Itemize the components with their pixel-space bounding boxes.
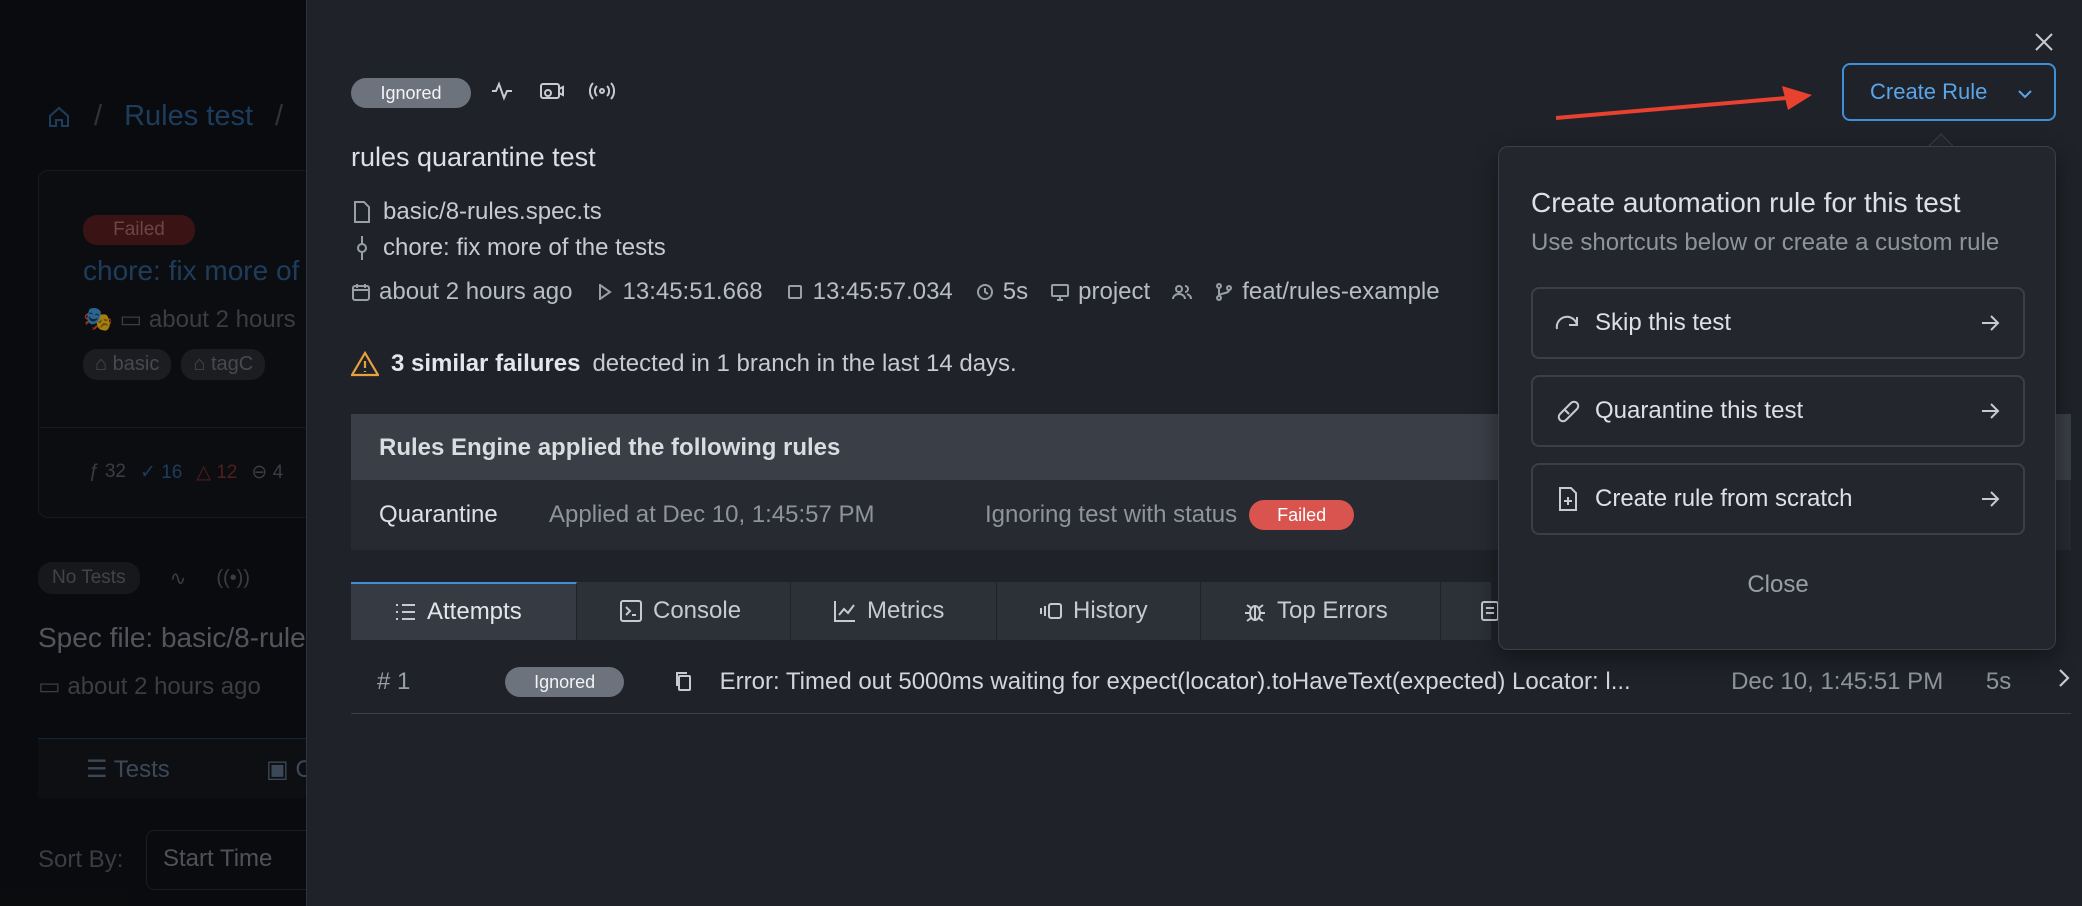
activity-icon[interactable] (489, 78, 515, 104)
project: project (1050, 278, 1150, 306)
terminal-icon (619, 599, 643, 623)
commit-message: chore: fix more of the tests (383, 234, 666, 261)
commit-line: chore: fix more of the tests (351, 234, 666, 262)
tab-metrics[interactable]: Metrics (791, 582, 997, 640)
similar-text: detected in 1 branch in the last 14 days… (592, 350, 1017, 377)
failed-status-pill: Failed (1249, 500, 1355, 530)
arrow-right-icon (1979, 488, 2001, 510)
start-time: 13:45:51.668 (595, 278, 763, 306)
tab-top-errors[interactable]: Top Errors (1201, 582, 1441, 640)
warning-icon (351, 351, 379, 377)
scrollbar[interactable] (2058, 414, 2068, 480)
branch[interactable]: feat/rules-example (1214, 278, 1440, 306)
create-rule-label: Create Rule (1870, 79, 1988, 104)
broadcast-icon[interactable] (589, 78, 615, 104)
close-icon (2035, 33, 2053, 51)
chevron-down-icon[interactable] (2016, 83, 2034, 109)
meta-row: about 2 hours ago 13:45:51.668 13:45:57.… (351, 278, 1440, 306)
spec-file-line: basic/8-rules.spec.ts (351, 198, 602, 226)
arrow-right-icon (1979, 400, 2001, 422)
video-icon[interactable] (539, 78, 565, 104)
status-badge: Ignored (351, 78, 471, 108)
stop-icon (785, 282, 805, 302)
skip-icon (1555, 310, 1581, 336)
attempt-status-pill: Ignored (505, 666, 624, 697)
attempt-date: Dec 10, 1:45:51 PM (1731, 667, 1944, 695)
close-drawer-button[interactable] (2024, 22, 2064, 62)
list-icon (393, 600, 417, 624)
arrow-right-icon (1979, 312, 2001, 334)
similar-count[interactable]: 3 similar failures (391, 350, 580, 378)
similar-failures: 3 similar failures detected in 1 branch … (351, 350, 1017, 378)
spec-file: basic/8-rules.spec.ts (383, 198, 602, 225)
quarantine-test-option[interactable]: Quarantine this test (1531, 375, 2025, 447)
chart-icon (833, 599, 857, 623)
end-time: 13:45:57.034 (785, 278, 953, 306)
tab-history[interactable]: History (997, 582, 1201, 640)
header-icons (489, 78, 615, 104)
duration: 5s (975, 278, 1028, 306)
file-plus-icon (1555, 486, 1581, 512)
skip-test-option[interactable]: Skip this test (1531, 287, 2025, 359)
users[interactable] (1172, 282, 1193, 302)
overlay-dim[interactable] (0, 0, 320, 906)
create-from-scratch-option[interactable]: Create rule from scratch (1531, 463, 2025, 535)
popover-title: Create automation rule for this test (1531, 187, 1961, 218)
detail-tabs: Attempts Console Metrics History Top Err… (351, 582, 1499, 640)
attempt-row[interactable]: # 1 Ignored Error: Timed out 5000ms wait… (351, 650, 2071, 714)
created-time: about 2 hours ago (351, 278, 573, 306)
document-icon (1481, 599, 1499, 623)
calendar-icon (351, 282, 371, 302)
popover-subtitle: Use shortcuts below or create a custom r… (1531, 229, 2000, 256)
users-icon (1172, 282, 1193, 302)
tab-console[interactable]: Console (577, 582, 791, 640)
create-rule-button[interactable]: Create Rule (1842, 63, 2056, 121)
commit-icon (351, 236, 373, 260)
rule-name: Quarantine (379, 501, 498, 528)
rule-applied-at: Applied at Dec 10, 1:45:57 PM (549, 501, 875, 528)
popover-close-button[interactable]: Close (1499, 571, 2057, 599)
attempt-duration: 5s (1985, 667, 2012, 695)
bandage-icon (1555, 398, 1581, 424)
attempt-number: # 1 (377, 667, 411, 695)
bug-icon (1243, 599, 1267, 623)
file-icon (351, 201, 373, 223)
annotation-arrow-icon (1555, 86, 1812, 120)
clock-icon (975, 282, 995, 302)
copy-icon[interactable] (674, 671, 698, 693)
create-rule-popover: Create automation rule for this test Use… (1498, 146, 2056, 650)
branch-icon (1214, 282, 1234, 302)
history-icon (1039, 599, 1063, 623)
test-title: rules quarantine test (351, 142, 596, 172)
rule-description: Ignoring test with status (985, 501, 1238, 528)
play-icon (595, 282, 615, 302)
tab-attempts[interactable]: Attempts (351, 582, 577, 640)
attempt-error: Error: Timed out 5000ms waiting for expe… (719, 667, 1631, 695)
tab-overflow[interactable] (1441, 582, 1499, 640)
chevron-right-icon[interactable] (2057, 667, 2071, 696)
monitor-icon (1050, 282, 1070, 302)
